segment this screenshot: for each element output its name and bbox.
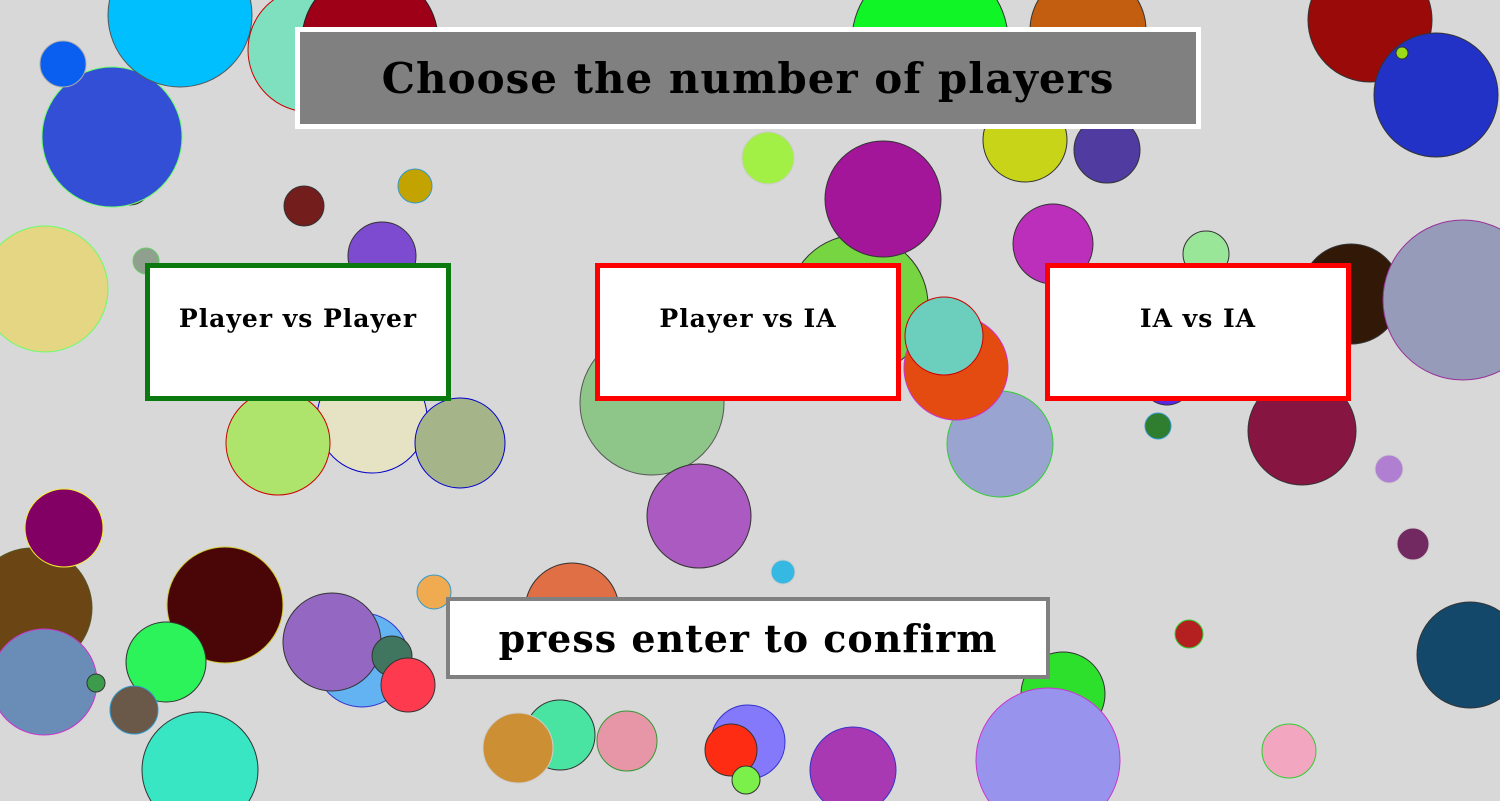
bubble xyxy=(482,712,554,784)
bubble xyxy=(283,185,325,227)
option-player-vs-player[interactable]: Player vs Player xyxy=(145,263,451,401)
bubble xyxy=(225,390,331,496)
bubble xyxy=(824,140,942,258)
title-banner: Choose the number of players xyxy=(295,27,1201,129)
bubble xyxy=(414,397,506,489)
bubble xyxy=(596,710,658,772)
bubble xyxy=(770,559,796,585)
bubble xyxy=(141,711,259,801)
bubble xyxy=(41,66,183,208)
bubble xyxy=(86,673,106,693)
option-label: IA vs IA xyxy=(1139,304,1257,333)
game-screen: Choose the number of players Player vs P… xyxy=(0,0,1500,801)
page-title: Choose the number of players xyxy=(381,53,1115,103)
bubble xyxy=(1374,454,1404,484)
bubble xyxy=(741,131,795,185)
confirm-hint: press enter to confirm xyxy=(498,615,998,661)
bubble xyxy=(282,592,382,692)
bubble xyxy=(1416,601,1500,709)
bubble xyxy=(1396,527,1430,561)
bubble xyxy=(1144,412,1172,440)
bubble xyxy=(0,225,109,353)
bubble xyxy=(646,463,752,569)
bubble xyxy=(1373,32,1499,158)
bubble xyxy=(904,296,984,376)
bubble xyxy=(1174,619,1204,649)
bubble xyxy=(380,657,436,713)
confirm-hint-box: press enter to confirm xyxy=(446,597,1050,679)
bubble xyxy=(0,628,98,736)
option-player-vs-ia[interactable]: Player vs IA xyxy=(595,263,901,401)
bubble xyxy=(1261,723,1317,779)
bubble xyxy=(397,168,433,204)
option-label: Player vs IA xyxy=(659,304,837,333)
option-label: Player vs Player xyxy=(178,304,418,333)
bubble xyxy=(731,765,761,795)
bubble xyxy=(1395,46,1409,60)
bubble xyxy=(809,726,897,801)
bubble xyxy=(39,40,87,88)
bubble xyxy=(24,488,104,568)
bubble xyxy=(1382,219,1500,381)
option-ia-vs-ia[interactable]: IA vs IA xyxy=(1045,263,1351,401)
bubble xyxy=(109,685,159,735)
